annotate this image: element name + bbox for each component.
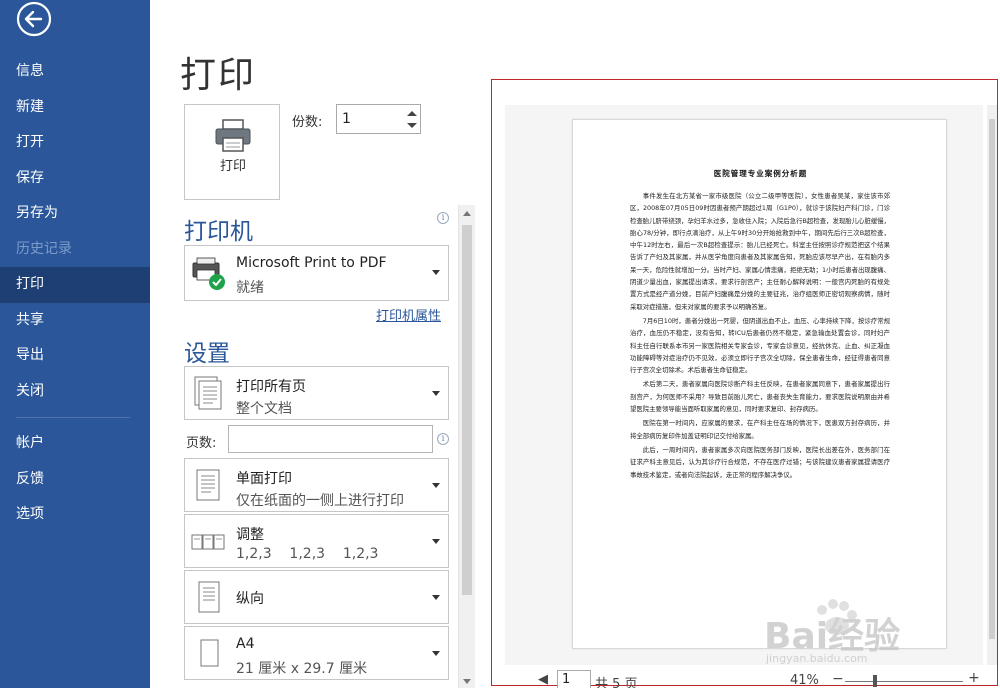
watermark-brand: Bai经验 [764,616,900,657]
sidebar-item-info[interactable]: 信息 [0,54,150,90]
pages-input[interactable] [228,425,433,453]
sidebar-item-share[interactable]: 共享 [0,303,150,339]
back-arrow-icon [16,1,52,37]
back-button[interactable] [12,0,54,38]
copies-value[interactable]: 1 [342,111,351,127]
paper-size-dropdown[interactable]: A4 21 厘米 x 29.7 厘米 [184,626,449,680]
print-range-title: 打印所有页 [236,379,306,395]
sidebar-item-save[interactable]: 保存 [0,161,150,197]
scroll-down-icon[interactable] [463,679,471,684]
paper-size-title: A4 [236,636,255,652]
spin-down-icon[interactable] [407,123,417,128]
print-range-subtitle: 整个文档 [236,401,292,417]
print-button[interactable]: 打印 [184,104,280,200]
scroll-up-icon[interactable] [463,211,471,216]
print-button-label: 打印 [219,159,246,174]
sides-dropdown[interactable]: 单面打印 仅在纸面的一侧上进行打印 [184,458,449,512]
chevron-down-icon [432,595,440,600]
sidebar-item-history: 历史记录 [16,240,72,257]
current-page-input[interactable]: 1 [557,670,591,688]
preview-scroll-thumb[interactable] [989,119,995,639]
settings-scroll-thumb[interactable] [462,225,472,595]
sidebar-item-save-as[interactable]: 另存为 [0,196,150,232]
settings-scrollbar[interactable] [458,205,475,688]
sidebar-nav: 信息 新建 打开 保存 另存为 历史记录 打印 共享 导出 关闭 帐户 反馈 选… [0,54,150,533]
pages-label: 页数: [186,436,217,451]
printer-section-title: 打印机 [184,219,253,245]
copies-stepper[interactable]: 1 [336,104,421,134]
collate-dropdown[interactable]: 调整 1,2,3 1,2,3 1,2,3 [184,514,449,568]
chevron-down-icon [432,270,440,275]
pages-info-icon[interactable]: i [437,433,449,445]
watermark-url: jingyan.baidu.com [765,652,868,665]
sidebar-item-export[interactable]: 导出 [0,338,150,374]
backstage-sidebar: 信息 新建 打开 保存 另存为 历史记录 打印 共享 导出 关闭 帐户 反馈 选… [0,0,150,688]
pages-stack-icon [191,375,227,413]
printer-dropdown[interactable]: Microsoft Print to PDF 就绪 [184,245,449,301]
collate-icon [191,523,227,561]
document-body: 事件发生在北方某省一家市级医院（公立二级甲等医院），女性患者吴某，家住该市郊区，… [630,190,890,483]
paper-icon [191,635,227,673]
copies-label: 份数: [292,115,323,130]
sides-subtitle: 仅在纸面的一侧上进行打印 [236,493,404,509]
printer-properties-link[interactable]: 打印机属性 [376,305,441,324]
collate-title: 调整 [236,527,264,543]
page-title: 打印 [180,55,257,96]
baidu-jingyan-watermark: Bai经验 jingyan.baidu.com [760,588,1000,688]
printer-name: Microsoft Print to PDF [236,255,387,271]
document-paragraph: 医院在第一时间内，应家属的要求，在产科主任在场的情况下，医患双方封存病历，并将全… [630,419,890,440]
document-paragraph: 事件发生在北方某省一家市级医院（公立二级甲等医院），女性患者吴某，家住该市郊区，… [630,192,891,311]
printer-info-icon[interactable]: i [437,212,449,224]
preview-page: 医院管理专业案例分析题 事件发生在北方某省一家市级医院（公立二级甲等医院），女性… [572,119,947,649]
prev-page-icon[interactable]: ◀ [538,672,548,687]
print-range-dropdown[interactable]: 打印所有页 整个文档 [184,366,449,420]
chevron-down-icon [432,539,440,544]
settings-section-title: 设置 [184,341,230,367]
chevron-down-icon [432,391,440,396]
chevron-down-icon [432,483,440,488]
sidebar-item-account[interactable]: 帐户 [0,426,150,462]
printer-icon [215,119,251,152]
orientation-dropdown[interactable]: 纵向 [184,570,449,624]
sidebar-divider [16,417,130,418]
document-paragraph: 术后第二天，患者家属向医院诊断产科主任反映，在患者家属同意下，患者家属提出行剖宫… [630,380,890,414]
spin-up-icon[interactable] [407,111,417,116]
sides-title: 单面打印 [236,471,292,487]
orientation-title: 纵向 [236,591,264,607]
sidebar-item-open[interactable]: 打开 [0,125,150,161]
paper-size-subtitle: 21 厘米 x 29.7 厘米 [236,661,368,677]
single-sided-icon [191,467,227,505]
preview-scrollbar[interactable] [987,105,997,665]
printer-device-icon [191,254,227,292]
printer-status: 就绪 [236,280,264,296]
sidebar-item-print[interactable]: 打印 [0,267,150,303]
sidebar-item-new[interactable]: 新建 [0,90,150,126]
sidebar-item-feedback[interactable]: 反馈 [0,462,150,498]
sidebar-item-options[interactable]: 选项 [0,497,150,533]
document-paragraph: 此后，一周时间内，患者家属多次向医院医务部门反映，医院长出差在外，医务部门在征求… [630,445,890,479]
sidebar-item-close[interactable]: 关闭 [0,374,150,410]
portrait-icon [191,579,227,617]
copies-spin-buttons[interactable] [404,105,420,133]
total-pages: 共 5 页 [595,677,638,688]
collate-subtitle: 1,2,3 1,2,3 1,2,3 [236,546,379,562]
document-paragraph: 7月6日10时，患者分娩出一死婴，但阴道出血不止，血压、心率持续下降，按诊疗常规… [630,316,890,375]
document-title: 医院管理专业案例分析题 [713,169,808,178]
chevron-down-icon [432,651,440,656]
